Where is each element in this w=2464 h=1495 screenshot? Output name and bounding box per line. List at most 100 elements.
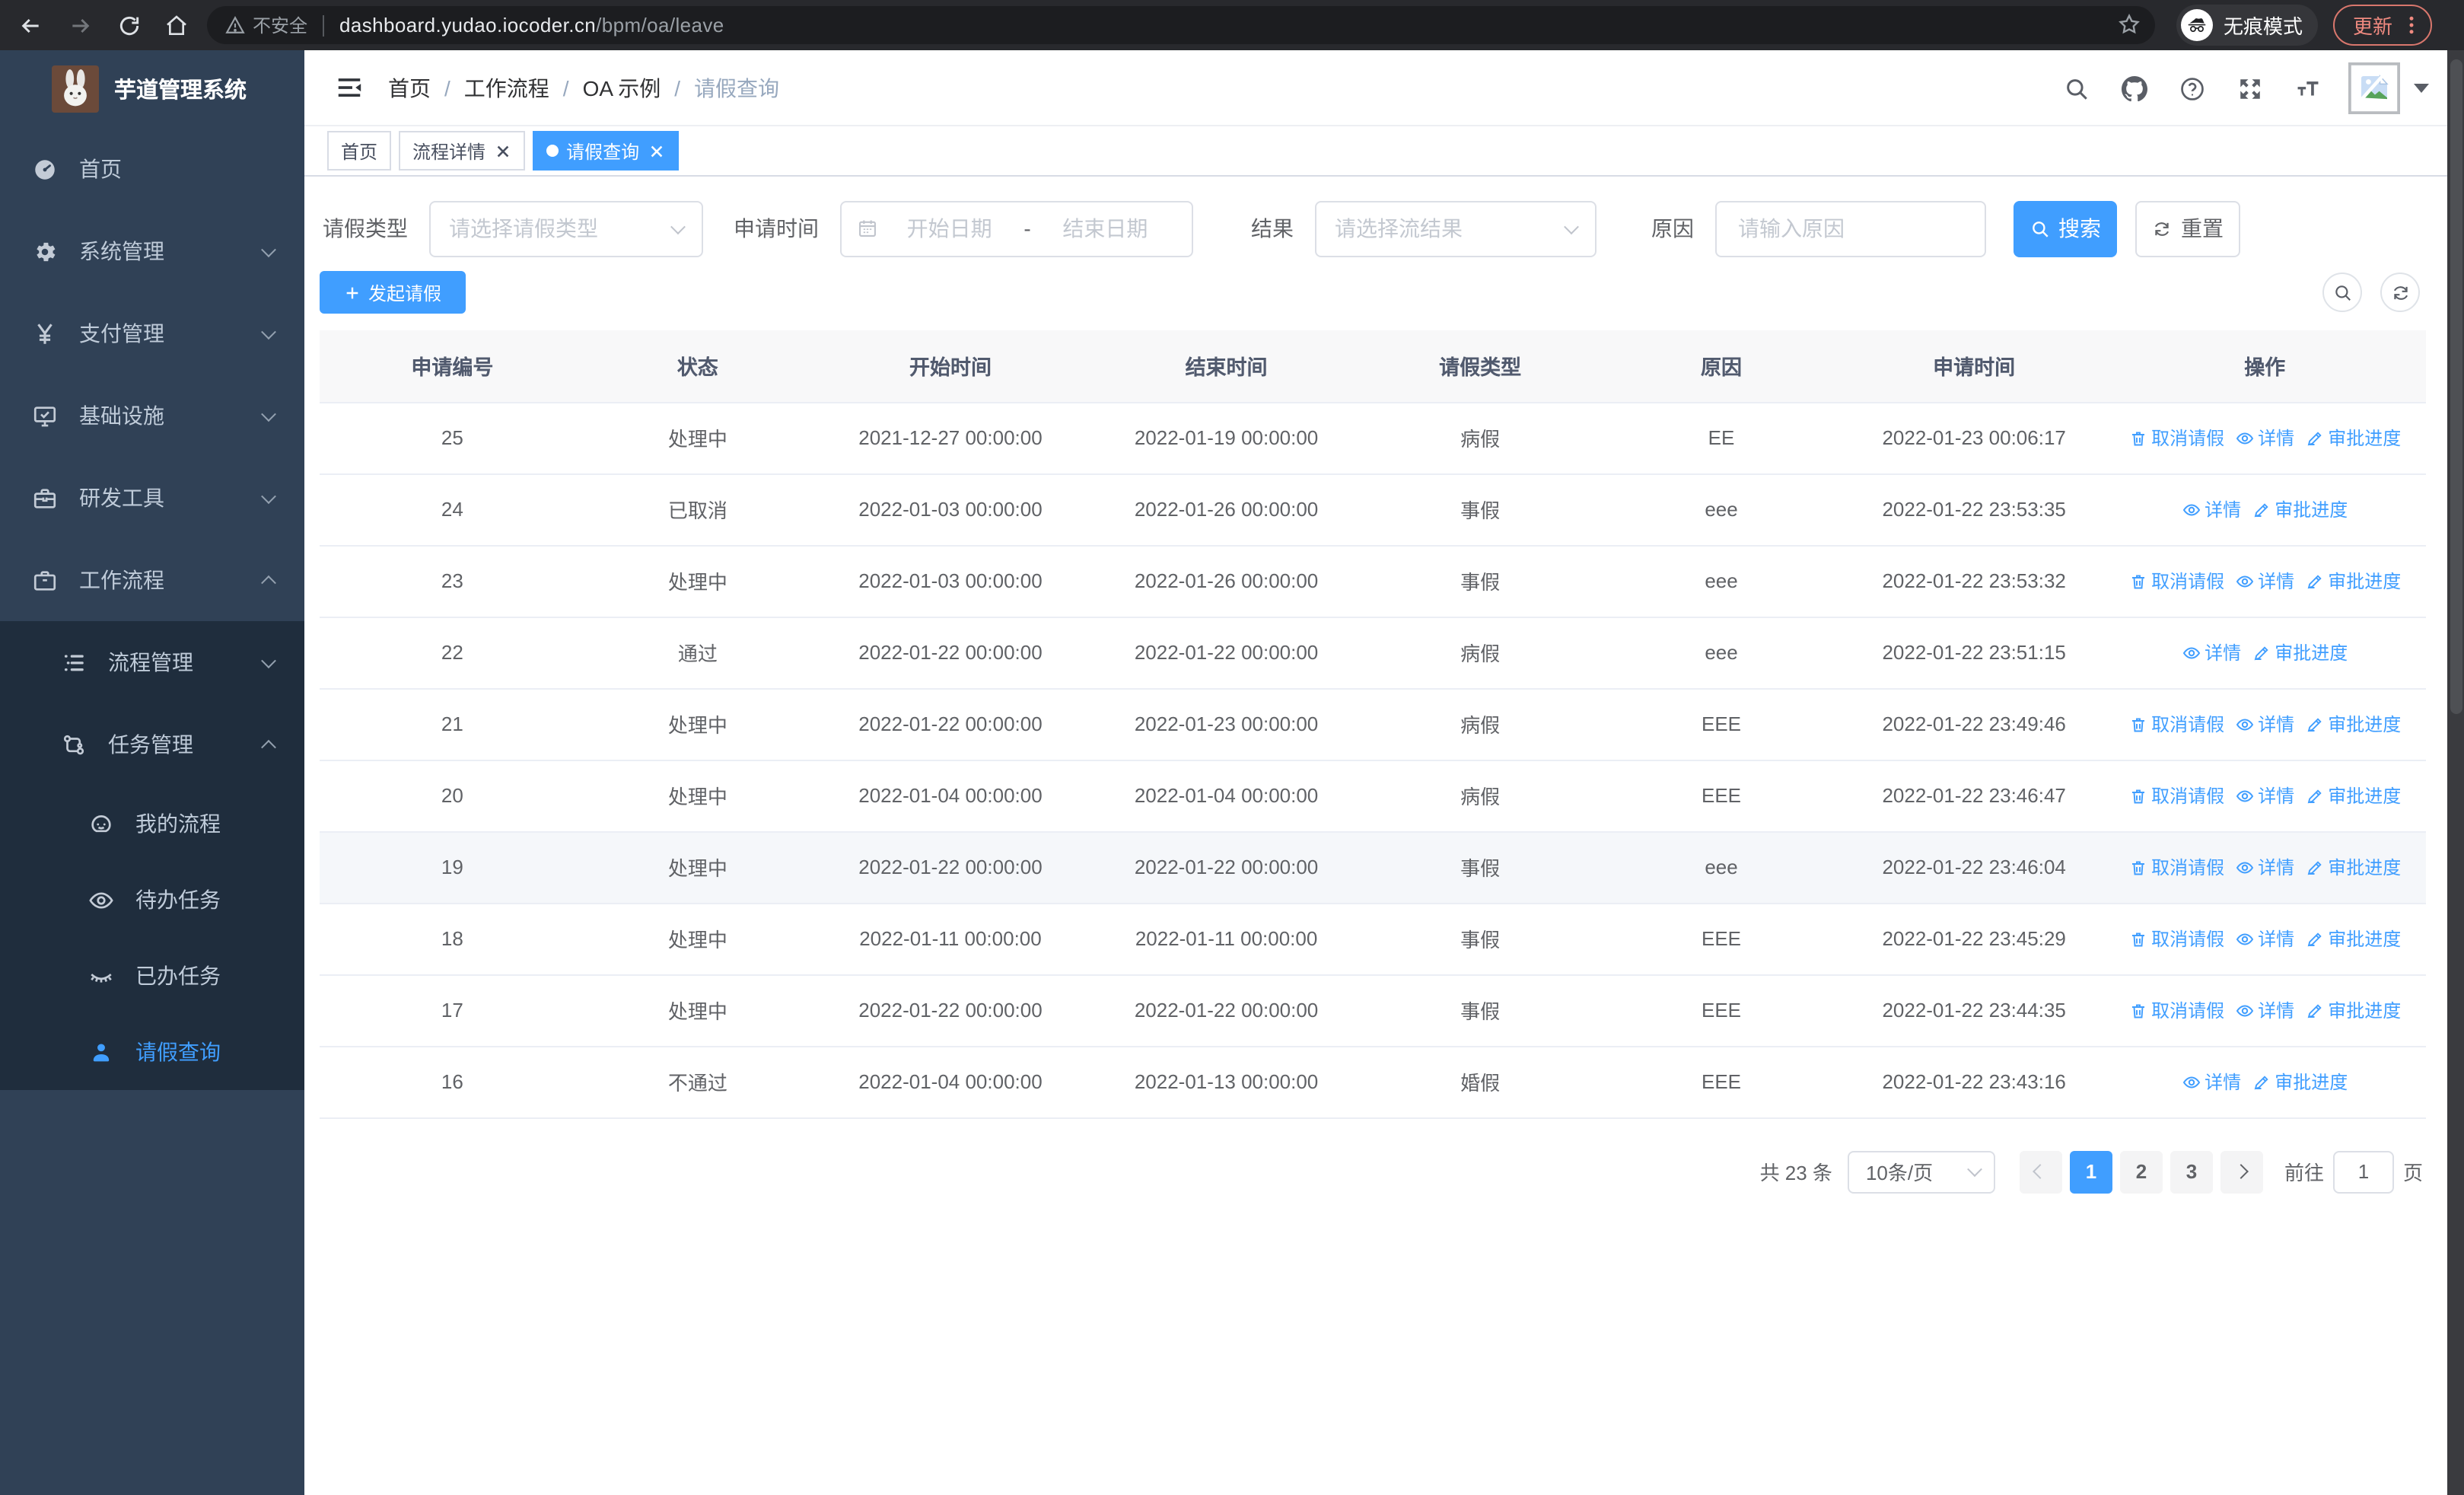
sidebar-item-payment-management[interactable]: 支付管理	[0, 292, 304, 375]
scrollbar-thumb[interactable]	[2450, 59, 2462, 714]
detail-link[interactable]: 详情	[2235, 997, 2294, 1023]
cancel-leave-link[interactable]: 取消请假	[2128, 926, 2224, 952]
sidebar-item-dev-tools[interactable]: 研发工具	[0, 457, 304, 539]
warning-icon	[225, 15, 245, 35]
update-button[interactable]: 更新	[2333, 5, 2433, 46]
toggle-search-button[interactable]	[2322, 273, 2362, 312]
page-button[interactable]: 1	[2069, 1150, 2112, 1193]
result-select[interactable]: 请选择流结果	[1315, 200, 1597, 257]
row-actions: 取消请假 详情 审批进度	[2103, 711, 2426, 737]
eye2-icon	[2182, 643, 2200, 661]
breadcrumb-item: 请假查询	[694, 75, 780, 100]
page-button[interactable]: 2	[2119, 1150, 2163, 1193]
approval-progress-link[interactable]: 审批进度	[2305, 783, 2401, 808]
detail-link[interactable]: 详情	[2235, 568, 2294, 594]
sidebar-item-done-tasks[interactable]: 已办任务	[0, 938, 304, 1014]
font-size-icon[interactable]	[2295, 75, 2321, 101]
back-icon[interactable]	[18, 13, 43, 37]
breadcrumb-item[interactable]: 工作流程	[464, 72, 549, 103]
cancel-leave-link[interactable]: 取消请假	[2128, 997, 2224, 1023]
reason-cell: EE	[1598, 402, 1845, 474]
detail-link[interactable]: 详情	[2235, 425, 2294, 451]
detail-link[interactable]: 详情	[2182, 639, 2241, 665]
approval-progress-link[interactable]: 审批进度	[2305, 926, 2401, 952]
incognito-profile-chip[interactable]: 无痕模式	[2176, 5, 2319, 46]
browser-window: 不安全 dashboard.yudao.iocoder.cn/bpm/oa/le…	[0, 0, 2464, 1495]
cancel-leave-link[interactable]: 取消请假	[2128, 711, 2224, 737]
page-buttons: 123	[2062, 1150, 2213, 1193]
create-leave-button[interactable]: 发起请假	[320, 271, 466, 314]
apply-time-range-picker[interactable]: 开始日期 - 结束日期	[840, 200, 1193, 257]
sidebar-item-workflow[interactable]: 工作流程	[0, 539, 304, 621]
breadcrumb-item[interactable]: OA 示例	[583, 72, 661, 103]
sidebar-item-process-management[interactable]: 流程管理	[0, 621, 304, 703]
sidebar-item-label: 系统管理	[79, 239, 164, 263]
sidebar-item-my-process[interactable]: 我的流程	[0, 786, 304, 862]
approval-progress-link[interactable]: 审批进度	[2252, 1069, 2348, 1095]
fullscreen-icon[interactable]	[2237, 75, 2263, 101]
approval-progress-link[interactable]: 审批进度	[2305, 997, 2401, 1023]
refresh-table-button[interactable]	[2380, 273, 2420, 312]
sidebar-item-home[interactable]: 首页	[0, 128, 304, 210]
cancel-leave-link[interactable]: 取消请假	[2128, 425, 2224, 451]
approval-progress-link[interactable]: 审批进度	[2252, 496, 2348, 522]
help-icon[interactable]	[2179, 75, 2205, 101]
detail-link[interactable]: 详情	[2235, 783, 2294, 808]
detail-link[interactable]: 详情	[2182, 496, 2241, 522]
action-label: 取消请假	[2151, 428, 2225, 449]
sidebar-item-label: 研发工具	[79, 486, 164, 510]
table-header-row: 申请编号 状态 开始时间 结束时间 请假类型 原因 申请时间 操作	[320, 330, 2426, 403]
sidebar-collapse-icon[interactable]	[335, 73, 364, 102]
home-icon[interactable]	[164, 13, 189, 37]
approval-progress-link[interactable]: 审批进度	[2305, 711, 2401, 737]
approval-progress-link[interactable]: 审批进度	[2305, 568, 2401, 594]
user-icon	[88, 1039, 114, 1065]
search-button[interactable]: 搜索	[2014, 200, 2117, 257]
pen-icon	[2305, 858, 2323, 876]
search-icon[interactable]	[2064, 75, 2090, 101]
approval-progress-link[interactable]: 审批进度	[2305, 854, 2401, 880]
table-body: 25 处理中 2021-12-27 00:00:00 2022-01-19 00:00…	[320, 402, 2426, 1118]
sidebar-item-todo-tasks[interactable]: 待办任务	[0, 862, 304, 938]
user-avatar[interactable]	[2348, 62, 2400, 114]
detail-link[interactable]: 详情	[2235, 854, 2294, 880]
sidebar-item-system-management[interactable]: 系统管理	[0, 210, 304, 292]
approval-progress-link[interactable]: 审批进度	[2305, 425, 2401, 451]
detail-link[interactable]: 详情	[2235, 926, 2294, 952]
column-header-end-time: 结束时间	[1090, 330, 1363, 403]
detail-link[interactable]: 详情	[2182, 1069, 2241, 1095]
cancel-leave-link[interactable]: 取消请假	[2128, 783, 2224, 808]
address-bar[interactable]: 不安全 dashboard.yudao.iocoder.cn/bpm/oa/le…	[207, 6, 2155, 44]
cancel-leave-link[interactable]: 取消请假	[2128, 854, 2224, 880]
reload-icon[interactable]	[117, 13, 142, 37]
page-button[interactable]: 3	[2170, 1150, 2213, 1193]
trash-icon	[2128, 429, 2147, 447]
prev-page-button[interactable]	[2019, 1150, 2062, 1193]
chevron-down-icon	[261, 241, 276, 257]
tag-item[interactable]: 流程详情	[399, 131, 526, 171]
browser-scrollbar[interactable]	[2447, 50, 2464, 1495]
sidebar-item-infrastructure[interactable]: 基础设施	[0, 375, 304, 457]
sidebar-item-leave-query[interactable]: 请假查询	[0, 1014, 304, 1090]
cancel-leave-link[interactable]: 取消请假	[2128, 568, 2224, 594]
reason-input[interactable]	[1735, 215, 1966, 242]
page-size-select[interactable]: 10条/页	[1847, 1150, 1995, 1193]
bookmark-star-icon[interactable]	[2117, 12, 2141, 37]
browser-menu-icon[interactable]	[2400, 14, 2423, 37]
tag-item[interactable]: 首页	[327, 131, 392, 171]
detail-link[interactable]: 详情	[2235, 711, 2294, 737]
close-icon[interactable]	[648, 142, 665, 159]
close-icon[interactable]	[495, 142, 511, 159]
approval-progress-link[interactable]: 审批进度	[2252, 639, 2348, 665]
reset-button[interactable]: 重置	[2135, 200, 2240, 257]
leave-type-select[interactable]: 请选择请假类型	[429, 200, 703, 257]
next-page-button[interactable]	[2220, 1150, 2263, 1193]
sidebar-item-label: 我的流程	[135, 811, 221, 836]
sidebar-item-task-management[interactable]: 任务管理	[0, 703, 304, 786]
tag-item[interactable]: 请假查询	[533, 131, 680, 171]
pen-icon	[2305, 572, 2323, 590]
goto-page-input[interactable]	[2332, 1150, 2394, 1193]
breadcrumb-item[interactable]: 首页	[388, 72, 431, 103]
github-icon[interactable]	[2122, 75, 2147, 101]
caret-down-icon[interactable]	[2414, 84, 2429, 93]
